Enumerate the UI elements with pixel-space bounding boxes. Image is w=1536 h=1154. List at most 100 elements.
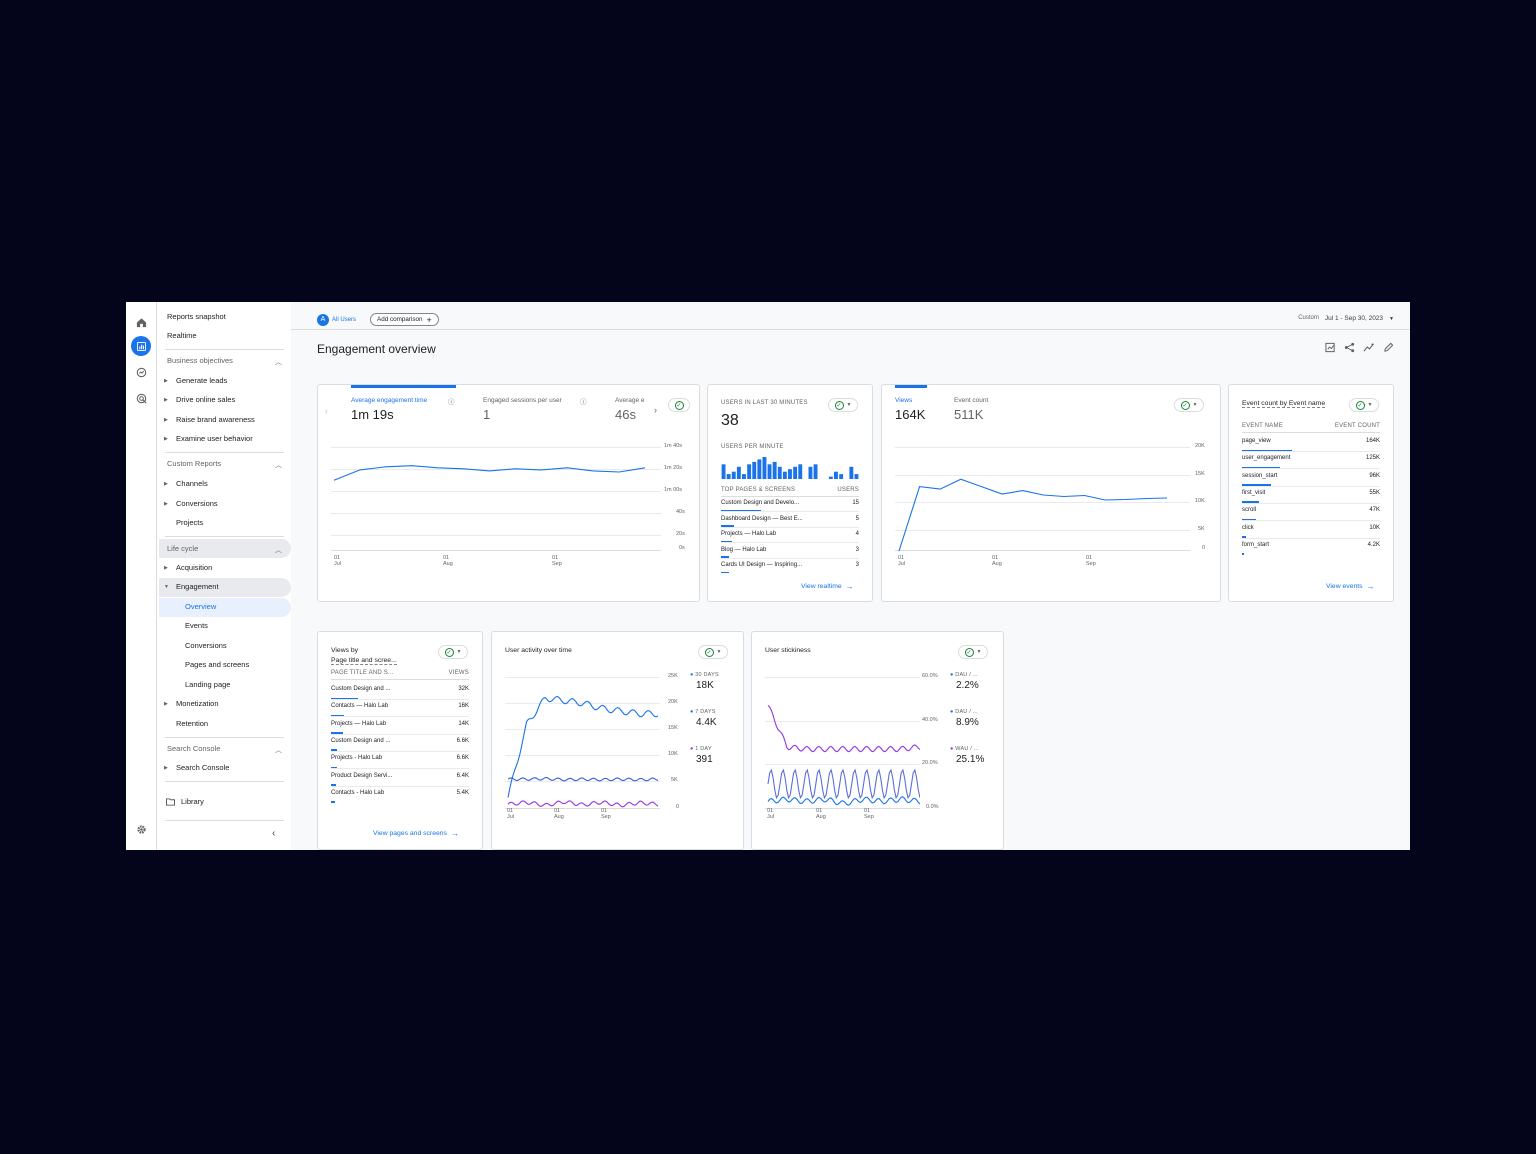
nav-projects[interactable]: Projects <box>176 516 203 530</box>
compare-status-button[interactable]: ✓ ▼ <box>438 645 468 659</box>
nav-examine-user-behavior[interactable]: Examine user behavior <box>176 432 253 446</box>
nav-monetization[interactable]: Monetization <box>176 697 219 711</box>
nav-section-search-console[interactable]: Search Console <box>167 742 220 756</box>
table-row[interactable]: Projects — Halo Lab 4 <box>721 528 859 543</box>
caret-right-icon[interactable]: ▶ <box>164 481 168 487</box>
compare-status-button[interactable]: ✓ ▼ <box>1174 398 1204 412</box>
table-row[interactable]: form_start 4.2K <box>1242 539 1380 556</box>
nav-overview[interactable]: Overview <box>185 600 216 614</box>
help-icon[interactable]: ⓘ <box>580 396 587 406</box>
compare-status-button[interactable]: ✓ <box>668 398 690 412</box>
nav-section-custom-reports[interactable]: Custom Reports <box>167 457 221 471</box>
nav-drive-online-sales[interactable]: Drive online sales <box>176 393 235 407</box>
table-row[interactable]: Custom Design and ... 32K <box>331 683 469 700</box>
edit-icon[interactable] <box>1383 340 1394 358</box>
y-tick: 15K <box>1195 471 1205 477</box>
chevron-up-icon[interactable]: ︿ <box>275 357 282 367</box>
date-range-picker[interactable]: Custom Jul 1 - Sep 30, 2023 ▼ <box>1298 315 1394 322</box>
settings-icon[interactable] <box>131 819 151 839</box>
views-by-dimension[interactable]: Page title and scree... <box>331 657 397 665</box>
nav-raise-brand-awareness[interactable]: Raise brand awareness <box>176 413 255 427</box>
nav-section-life-cycle[interactable]: Life cycle <box>167 542 198 556</box>
table-row[interactable]: Projects - Halo Lab 6.6K <box>331 752 469 770</box>
explore-icon[interactable] <box>131 362 151 382</box>
view-realtime-link[interactable]: View realtime → <box>801 582 854 591</box>
chevron-right-icon[interactable]: › <box>654 405 657 415</box>
compare-status-button[interactable]: ✓ ▼ <box>1349 398 1379 412</box>
event-count-title[interactable]: Event count by Event name <box>1242 400 1326 408</box>
metric-tab[interactable]: Average e 46s <box>615 397 648 422</box>
legend-dot-icon: ● <box>690 672 694 678</box>
users-per-minute-bar <box>777 466 782 479</box>
caret-right-icon[interactable]: ▶ <box>164 417 168 423</box>
insights-icon[interactable] <box>1363 340 1375 358</box>
chevron-left-icon[interactable]: ‹ <box>325 406 328 416</box>
nav-engagement[interactable]: Engagement <box>176 580 219 594</box>
caret-right-icon[interactable]: ▶ <box>164 565 168 571</box>
table-row[interactable]: Cards UI Design — Inspiring... 3 <box>721 559 859 574</box>
compare-status-button[interactable]: ✓ ▼ <box>698 645 728 659</box>
table-header-event-count: EVENT COUNT <box>1334 423 1380 429</box>
help-icon[interactable]: ⓘ <box>448 396 455 406</box>
row-name: scroll <box>1242 507 1257 514</box>
nav-search-console[interactable]: Search Console <box>176 761 229 775</box>
compare-status-button[interactable]: ✓ ▼ <box>958 645 988 659</box>
customize-report-icon[interactable] <box>1325 340 1336 358</box>
table-row[interactable]: Contacts — Halo Lab 16K <box>331 700 469 718</box>
nav-conversions[interactable]: Conversions <box>176 497 218 511</box>
metric-tab[interactable]: Views 164K <box>895 397 925 422</box>
caret-right-icon[interactable]: ▶ <box>164 436 168 442</box>
table-row[interactable]: Blog — Halo Lab 3 <box>721 544 859 559</box>
chevron-up-icon[interactable]: ︿ <box>275 745 282 755</box>
nav-channels[interactable]: Channels <box>176 477 208 491</box>
nav-pages-and-screens[interactable]: Pages and screens <box>185 658 249 672</box>
y-tick: 1m 40s <box>664 443 683 449</box>
nav-landing-page[interactable]: Landing page <box>185 678 230 692</box>
metric-tab[interactable]: Engaged sessions per user 1 <box>483 397 562 422</box>
caret-right-icon[interactable]: ▶ <box>164 765 168 771</box>
nav-generate-leads[interactable]: Generate leads <box>176 374 227 388</box>
chevron-up-icon[interactable]: ︿ <box>275 545 282 555</box>
nav-realtime[interactable]: Realtime <box>167 329 197 343</box>
metric-tab-label: Views <box>895 397 913 404</box>
nav-section-business-objectives[interactable]: Business objectives <box>167 354 233 368</box>
table-row[interactable]: Projects — Halo Lab 14K <box>331 718 469 735</box>
share-icon[interactable] <box>1344 340 1355 358</box>
chevron-up-icon[interactable]: ︿ <box>275 460 282 470</box>
view-events-link[interactable]: View events → <box>1326 582 1375 591</box>
table-row[interactable]: Custom Design and Develo... 15 <box>721 497 859 512</box>
nav-acquisition[interactable]: Acquisition <box>176 561 212 575</box>
nav-events[interactable]: Events <box>185 619 208 633</box>
table-row[interactable]: Custom Design and ... 6.6K <box>331 735 469 752</box>
table-row[interactable]: Contacts - Halo Lab 5.4K <box>331 787 469 804</box>
advertising-icon[interactable] <box>131 388 151 408</box>
metric-tab[interactable]: Event count 511K <box>954 397 988 422</box>
caret-right-icon[interactable]: ▶ <box>164 378 168 384</box>
metric-tab[interactable]: Average engagement time 1m 19s <box>351 397 427 422</box>
collapse-icon[interactable]: ‹ <box>272 828 275 839</box>
table-row[interactable]: scroll 47K <box>1242 504 1380 522</box>
caret-right-icon[interactable]: ▶ <box>164 701 168 707</box>
table-row[interactable]: Dashboard Design — Best E... 5 <box>721 513 859 528</box>
caret-right-icon[interactable]: ▶ <box>164 501 168 507</box>
nav-retention[interactable]: Retention <box>176 717 208 731</box>
y-tick: 0s <box>679 545 685 551</box>
nav-library[interactable]: Library <box>181 795 204 809</box>
view-pages-link[interactable]: View pages and screens → <box>373 829 459 838</box>
table-row[interactable]: user_engagement 125K <box>1242 452 1380 470</box>
caret-right-icon[interactable]: ▶ <box>164 397 168 403</box>
compare-status-button[interactable]: ✓ ▼ <box>828 398 858 412</box>
table-row[interactable]: session_start 96K <box>1242 470 1380 487</box>
table-row[interactable]: Product Design Servi... 6.4K <box>331 770 469 787</box>
table-row[interactable]: page_view 164K <box>1242 435 1380 452</box>
row-name: Projects — Halo Lab <box>331 720 387 727</box>
table-row[interactable]: first_visit 55K <box>1242 487 1380 504</box>
nav-reports-snapshot[interactable]: Reports snapshot <box>167 310 226 324</box>
home-icon[interactable] <box>131 312 151 332</box>
table-row[interactable]: click 10K <box>1242 522 1380 539</box>
caret-down-icon[interactable]: ▼ <box>164 584 169 590</box>
all-users-chip[interactable]: A All Users <box>317 313 356 326</box>
reports-icon[interactable] <box>131 336 151 356</box>
nav-engagement-conversions[interactable]: Conversions <box>185 639 227 653</box>
add-comparison-button[interactable]: Add comparison + <box>370 313 439 326</box>
